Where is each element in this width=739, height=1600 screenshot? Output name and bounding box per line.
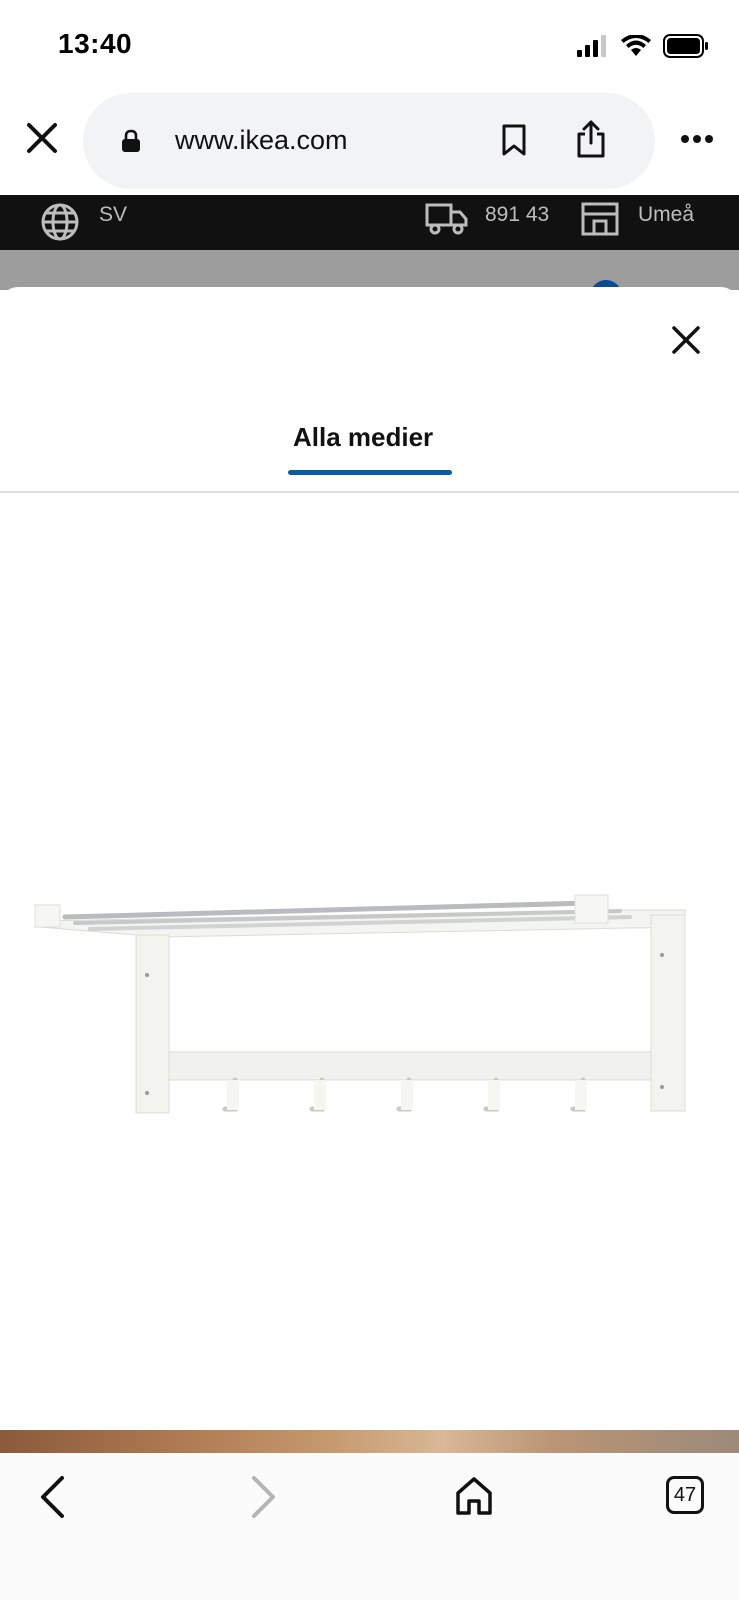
battery-icon (663, 34, 708, 58)
status-bar: 13:40 (0, 0, 739, 90)
signal-icon (577, 35, 606, 57)
bookmark-icon[interactable] (501, 123, 527, 157)
postal-code[interactable]: 891 43 (485, 203, 549, 227)
globe-icon[interactable] (40, 202, 80, 242)
lock-icon (122, 129, 140, 152)
tab-active-indicator (288, 470, 452, 475)
tab-divider (0, 491, 739, 493)
status-icons (577, 34, 709, 58)
browser-toolbar: 47 (0, 1453, 739, 1600)
url-text: www.ikea.com (175, 125, 348, 155)
next-media-thumbnail[interactable] (0, 1430, 739, 1453)
share-icon[interactable] (575, 119, 607, 159)
tabs-button[interactable]: 47 (666, 1476, 704, 1514)
tab-all-media[interactable]: Alla medier (288, 422, 452, 480)
media-modal: Alla medier (0, 287, 739, 1453)
store-name[interactable]: Umeå (638, 203, 694, 227)
home-icon[interactable] (454, 1475, 494, 1517)
address-bar[interactable]: www.ikea.com (83, 93, 655, 189)
tab-label: Alla medier (293, 422, 434, 452)
site-top-strip: SV 891 43 Umeå (0, 195, 739, 250)
more-icon[interactable] (680, 134, 714, 144)
status-time: 13:40 (58, 28, 133, 59)
wifi-icon (621, 35, 651, 56)
browser-bar: www.ikea.com (0, 90, 739, 195)
close-icon[interactable] (669, 323, 703, 357)
store-icon[interactable] (580, 201, 620, 237)
product-image[interactable] (30, 887, 710, 1227)
back-icon[interactable] (38, 1475, 68, 1519)
close-icon[interactable] (22, 118, 62, 158)
tab-count: 47 (673, 1484, 697, 1506)
forward-icon[interactable] (248, 1475, 278, 1519)
delivery-truck-icon[interactable] (425, 201, 469, 237)
page-backdrop (0, 250, 739, 290)
language-label[interactable]: SV (99, 203, 127, 227)
